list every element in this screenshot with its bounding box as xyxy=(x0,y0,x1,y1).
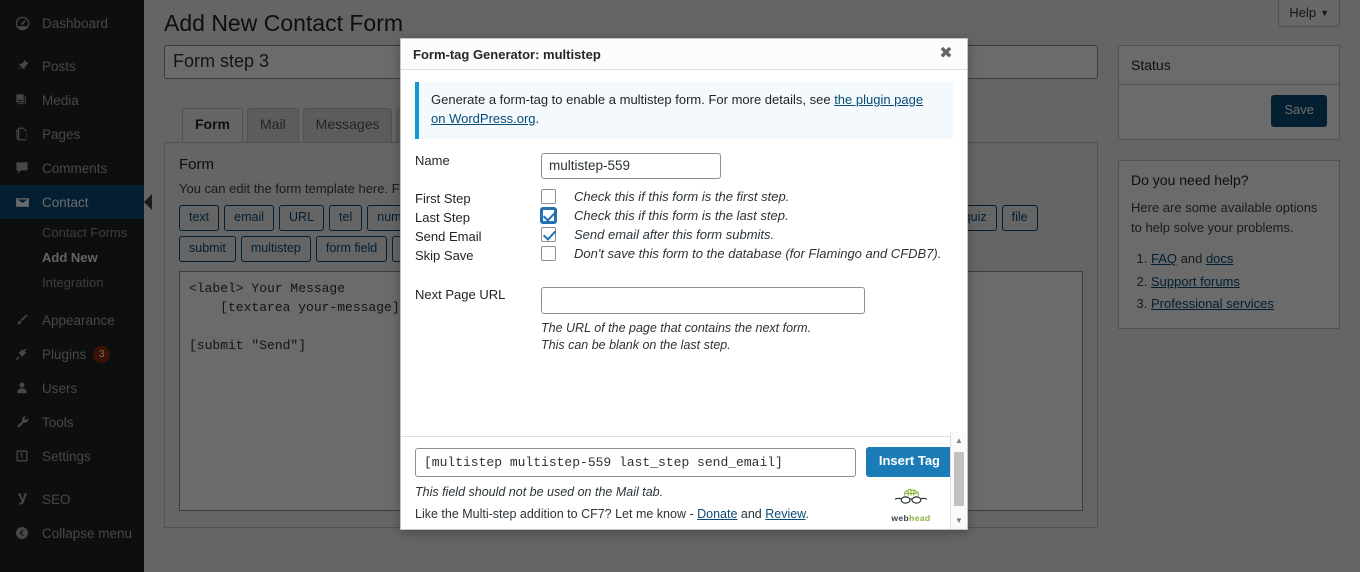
skip-save-description: Don't save this form to the database (fo… xyxy=(574,245,942,261)
field-row-skip-save: Skip Save Don't save this form to the da… xyxy=(415,245,953,265)
webhead-logo: webhead xyxy=(883,487,939,523)
modal-body: Generate a form-tag to enable a multiste… xyxy=(401,70,967,436)
note2-before: Like the Multi-step addition to CF7? Let… xyxy=(415,507,698,521)
note2-after: . xyxy=(805,507,809,521)
form-tag-generator-modal: Form-tag Generator: multistep ✖ Generate… xyxy=(400,38,968,530)
insert-tag-row: Insert Tag xyxy=(415,447,953,477)
webhead-web: web xyxy=(891,513,910,523)
close-icon[interactable]: ✖ xyxy=(933,41,959,67)
mail-tab-note: This field should not be used on the Mai… xyxy=(415,485,664,499)
first-step-checkbox[interactable] xyxy=(541,188,556,204)
field-row-next-page-url: Next Page URL The URL of the page that c… xyxy=(415,265,953,354)
field-row-last-step: Last Step Check this if this form is the… xyxy=(415,207,953,227)
send-email-label: Send Email xyxy=(415,228,482,244)
first-step-label: First Step xyxy=(415,190,471,206)
wp-admin-page: Dashboard Posts Media Pages Commen xyxy=(0,0,1360,572)
notice-text-before: Generate a form-tag to enable a multiste… xyxy=(431,92,835,107)
last-step-description: Check this if this form is the last step… xyxy=(574,207,789,223)
field-row-send-email: Send Email Send email after this form su… xyxy=(415,226,953,246)
modal-title: Form-tag Generator: multistep xyxy=(413,46,601,62)
name-label: Name xyxy=(415,152,450,168)
webhead-head: head xyxy=(909,513,931,523)
donate-link[interactable]: Donate xyxy=(697,507,737,521)
donate-review-note: Like the Multi-step addition to CF7? Let… xyxy=(415,507,953,521)
notice-text-after: . xyxy=(535,110,540,126)
next-page-url-input[interactable] xyxy=(541,286,865,314)
first-step-description: Check this if this form is the first ste… xyxy=(574,188,790,204)
modal-form-table: Name First Step Check this if this form … xyxy=(415,152,953,354)
insert-tag-button[interactable]: Insert Tag xyxy=(865,447,953,477)
review-link[interactable]: Review xyxy=(765,507,805,521)
brain-glasses-icon xyxy=(894,488,928,504)
scrollbar-thumb[interactable] xyxy=(954,452,964,506)
url-hint-line-1: The URL of the page that contains the ne… xyxy=(541,320,812,335)
webhead-wordmark: webhead xyxy=(883,513,939,523)
send-email-checkbox[interactable] xyxy=(541,226,556,242)
scroll-down-icon[interactable]: ▼ xyxy=(951,512,967,529)
skip-save-checkbox[interactable] xyxy=(541,245,556,261)
last-step-checkbox[interactable] xyxy=(541,207,556,223)
note2-mid: and xyxy=(737,507,766,521)
next-page-url-label: Next Page URL xyxy=(415,286,506,302)
skip-save-label: Skip Save xyxy=(415,247,474,263)
url-hint-line-2: This can be blank on the last step. xyxy=(541,337,731,352)
modal-notice: Generate a form-tag to enable a multiste… xyxy=(415,82,953,139)
scroll-up-icon[interactable]: ▲ xyxy=(951,432,967,449)
field-row-name: Name xyxy=(415,152,953,189)
modal-scrollbar[interactable]: ▲ ▼ xyxy=(950,432,967,529)
generated-tag-input[interactable] xyxy=(415,447,856,477)
modal-header: Form-tag Generator: multistep ✖ xyxy=(401,39,967,70)
field-row-first-step: First Step Check this if this form is th… xyxy=(415,188,953,208)
next-page-url-hint: The URL of the page that contains the ne… xyxy=(541,320,953,354)
last-step-label: Last Step xyxy=(415,209,470,225)
modal-footer: Insert Tag This field should not be used… xyxy=(401,436,967,529)
name-input[interactable] xyxy=(541,152,721,179)
send-email-description: Send email after this form submits. xyxy=(574,226,775,242)
